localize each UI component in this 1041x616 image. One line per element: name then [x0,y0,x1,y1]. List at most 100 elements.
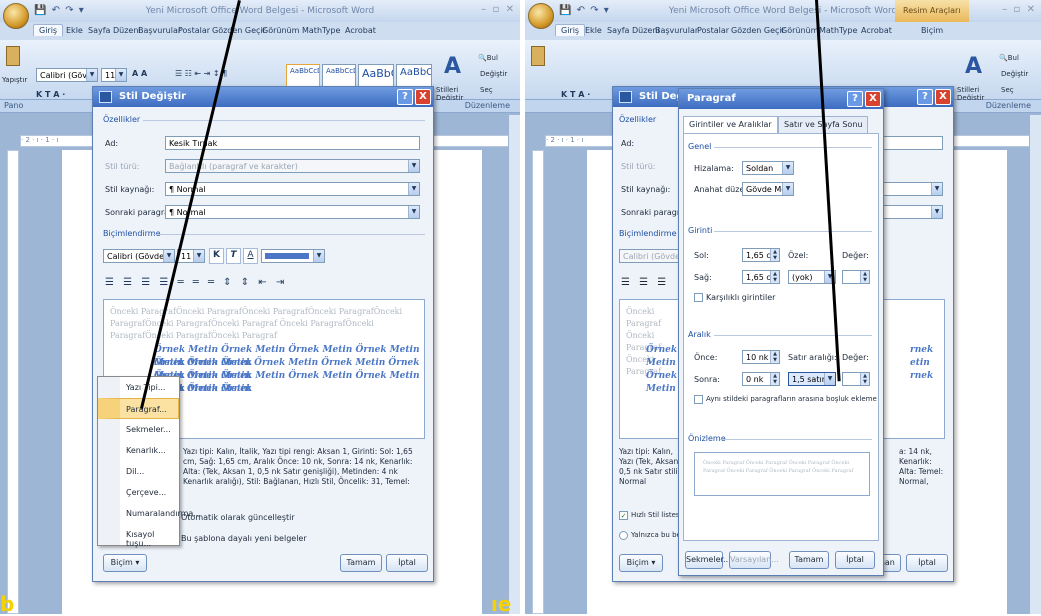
close-button[interactable]: X [865,91,881,107]
based-on-select[interactable]: ¶ Normal ▼ [165,182,420,196]
vertical-scrollbar[interactable] [1029,115,1041,614]
italic-toggle[interactable]: T [226,248,241,264]
select-button[interactable]: Seç [1001,86,1014,94]
menu-item-numbering[interactable]: Numaralandırma... [98,503,201,524]
dont-add-space-checkbox[interactable] [694,395,703,404]
quick-access-toolbar[interactable]: 💾 ↶ ↷ ▾ [559,5,610,16]
quick-style-3[interactable]: AaBbC [358,64,394,88]
outline-level-select[interactable]: Gövde Metni ▼ [742,182,794,196]
change-styles-icon[interactable]: A [965,54,982,79]
menu-item-language[interactable]: Dil... [98,461,179,482]
line-spacing-select[interactable]: 1,5 satır ▼ [788,372,836,386]
help-button[interactable]: ? [847,91,863,107]
bold-toggle[interactable]: K [209,248,224,264]
tabs-button[interactable]: Sekmeler... [685,551,731,569]
new-documents-label[interactable]: Bu şablona dayalı yeni belgeler [181,534,307,543]
alignment-select[interactable]: Soldan ▼ [742,161,794,175]
alignment-icons[interactable]: ☰ ☰ ☰ ☰ ═ ═ ═ ⇕ ⇕ ⇤ ⇥ [105,277,287,288]
spinner-arrows-icon[interactable]: ▲ ▼ [770,271,779,283]
format-font-select[interactable]: Calibri (Gövde) [619,249,679,263]
find-button[interactable]: 🔍Bul [999,54,1019,62]
change-styles-icon[interactable]: A [444,54,461,79]
replace-button[interactable]: Değiştir [1001,70,1028,78]
replace-button[interactable]: Değiştir [480,70,507,78]
menu-item-tabs[interactable]: Sekmeler... [98,419,179,440]
tab-mathtype[interactable]: MathType [302,26,340,35]
tab-view[interactable]: Görünüm [781,26,818,35]
tab-home[interactable]: Giriş [33,24,64,36]
tab-insert[interactable]: Ekle [66,26,83,35]
tab-mathtype[interactable]: MathType [819,26,857,35]
menu-item-paragraph[interactable]: Paragraf... [98,398,179,419]
mirror-indents-label[interactable]: Karşılıklı girintiler [706,293,775,302]
menu-item-font[interactable]: Yazı Tipi... [98,377,179,398]
dont-add-space-label[interactable]: Aynı stildeki paragrafların arasına boşl… [706,395,877,403]
window-controls[interactable]: – ▫ ✕ [481,4,514,15]
quick-access-toolbar[interactable]: 💾 ↶ ↷ ▾ [34,5,85,16]
spinner-arrows-icon[interactable]: ▲ ▼ [770,249,779,261]
paste-icon[interactable] [531,46,545,66]
tab-picture-format[interactable]: Biçim [921,26,943,35]
help-button[interactable]: ? [397,89,413,105]
menu-item-frame[interactable]: Çerçeve... [98,482,179,503]
format-tools-icons[interactable]: K T A · [561,90,590,99]
spinner-arrows-icon[interactable]: ▲ ▼ [860,373,869,385]
tab-acrobat[interactable]: Acrobat [861,26,892,35]
format-font-select[interactable]: Calibri (Gövde) ▼ [103,249,175,263]
vertical-ruler[interactable] [7,150,19,614]
spinner-arrows-icon[interactable]: ▲ ▼ [860,271,869,283]
based-on-select[interactable]: ▼ [879,182,943,196]
special-select[interactable]: (yok) ▼ [788,270,836,284]
vertical-scrollbar[interactable] [508,115,520,614]
left-indent-spinner[interactable]: 1,65 cm ▲ ▼ [742,248,780,262]
tab-acrobat[interactable]: Acrobat [345,26,376,35]
tab-references[interactable]: Başvurular [138,26,181,35]
window-controls[interactable]: – ▫ ✕ [1002,4,1035,15]
tab-mailings[interactable]: Postalar [178,26,210,35]
format-menu-button[interactable]: Biçim ▾ [103,554,147,572]
tab-page-layout[interactable]: Sayfa Düzeni [88,26,141,35]
paste-label[interactable]: Yapıştır [2,76,27,84]
quick-style-2[interactable]: AaBbCcDc [322,64,356,88]
cancel-button[interactable]: İptal [835,551,875,569]
tab-references[interactable]: Başvurular [655,26,698,35]
at-spinner[interactable]: ▲ ▼ [842,372,870,386]
spinner-arrows-icon[interactable]: ▲ ▼ [770,373,779,385]
quick-style-checkbox[interactable]: ✓ [619,511,628,520]
tab-home[interactable]: Giriş [555,24,586,36]
quick-style-4[interactable]: AaBbCc [396,64,432,88]
ok-button[interactable]: Tamam [789,551,829,569]
tab-mailings[interactable]: Postalar [697,26,729,35]
font-size-box[interactable]: 11 ▼ [101,68,127,82]
by-spinner[interactable]: ▲ ▼ [842,270,870,284]
vertical-ruler[interactable] [532,150,544,614]
alignment-icons[interactable]: ☰ ☰ ☰ [621,277,669,288]
format-menu-button[interactable]: Biçim ▾ [619,554,663,572]
underline-toggle[interactable]: A [243,248,258,264]
tab-insert[interactable]: Ekle [585,26,602,35]
style-name-input[interactable] [879,136,943,150]
tab-view[interactable]: Görünüm [262,26,299,35]
right-indent-spinner[interactable]: 1,65 cm ▲ ▼ [742,270,780,284]
spacing-after-spinner[interactable]: 0 nk ▲ ▼ [742,372,780,386]
tab-review[interactable]: Gözden Geçir [731,26,785,35]
office-button[interactable] [3,3,29,29]
office-button[interactable] [528,3,554,29]
ok-button[interactable]: Tamam [340,554,382,572]
spinner-arrows-icon[interactable]: ▲ ▼ [770,351,779,363]
paste-icon[interactable] [6,46,20,66]
next-style-select[interactable]: ¶ Normal▼ [165,205,420,219]
font-color-select[interactable]: ▼ [261,249,325,263]
tab-review[interactable]: Gözden Geçir [212,26,266,35]
help-button[interactable]: ? [917,89,933,105]
cancel-button[interactable]: İptal [386,554,428,572]
menu-item-shortcut-key[interactable]: Kısayol tuşu... [98,524,179,548]
find-button[interactable]: 🔍Bul [478,54,498,62]
only-this-document-radio[interactable] [619,531,628,540]
mirror-indents-checkbox[interactable] [694,293,703,302]
tab-page-layout[interactable]: Sayfa Düzeni [607,26,660,35]
tab-indents-spacing[interactable]: Girintiler ve Aralıklar [683,116,778,134]
format-size-select[interactable]: 11 ▼ [177,249,205,263]
menu-item-border[interactable]: Kenarlık... [98,440,179,461]
select-button[interactable]: Seç [480,86,493,94]
